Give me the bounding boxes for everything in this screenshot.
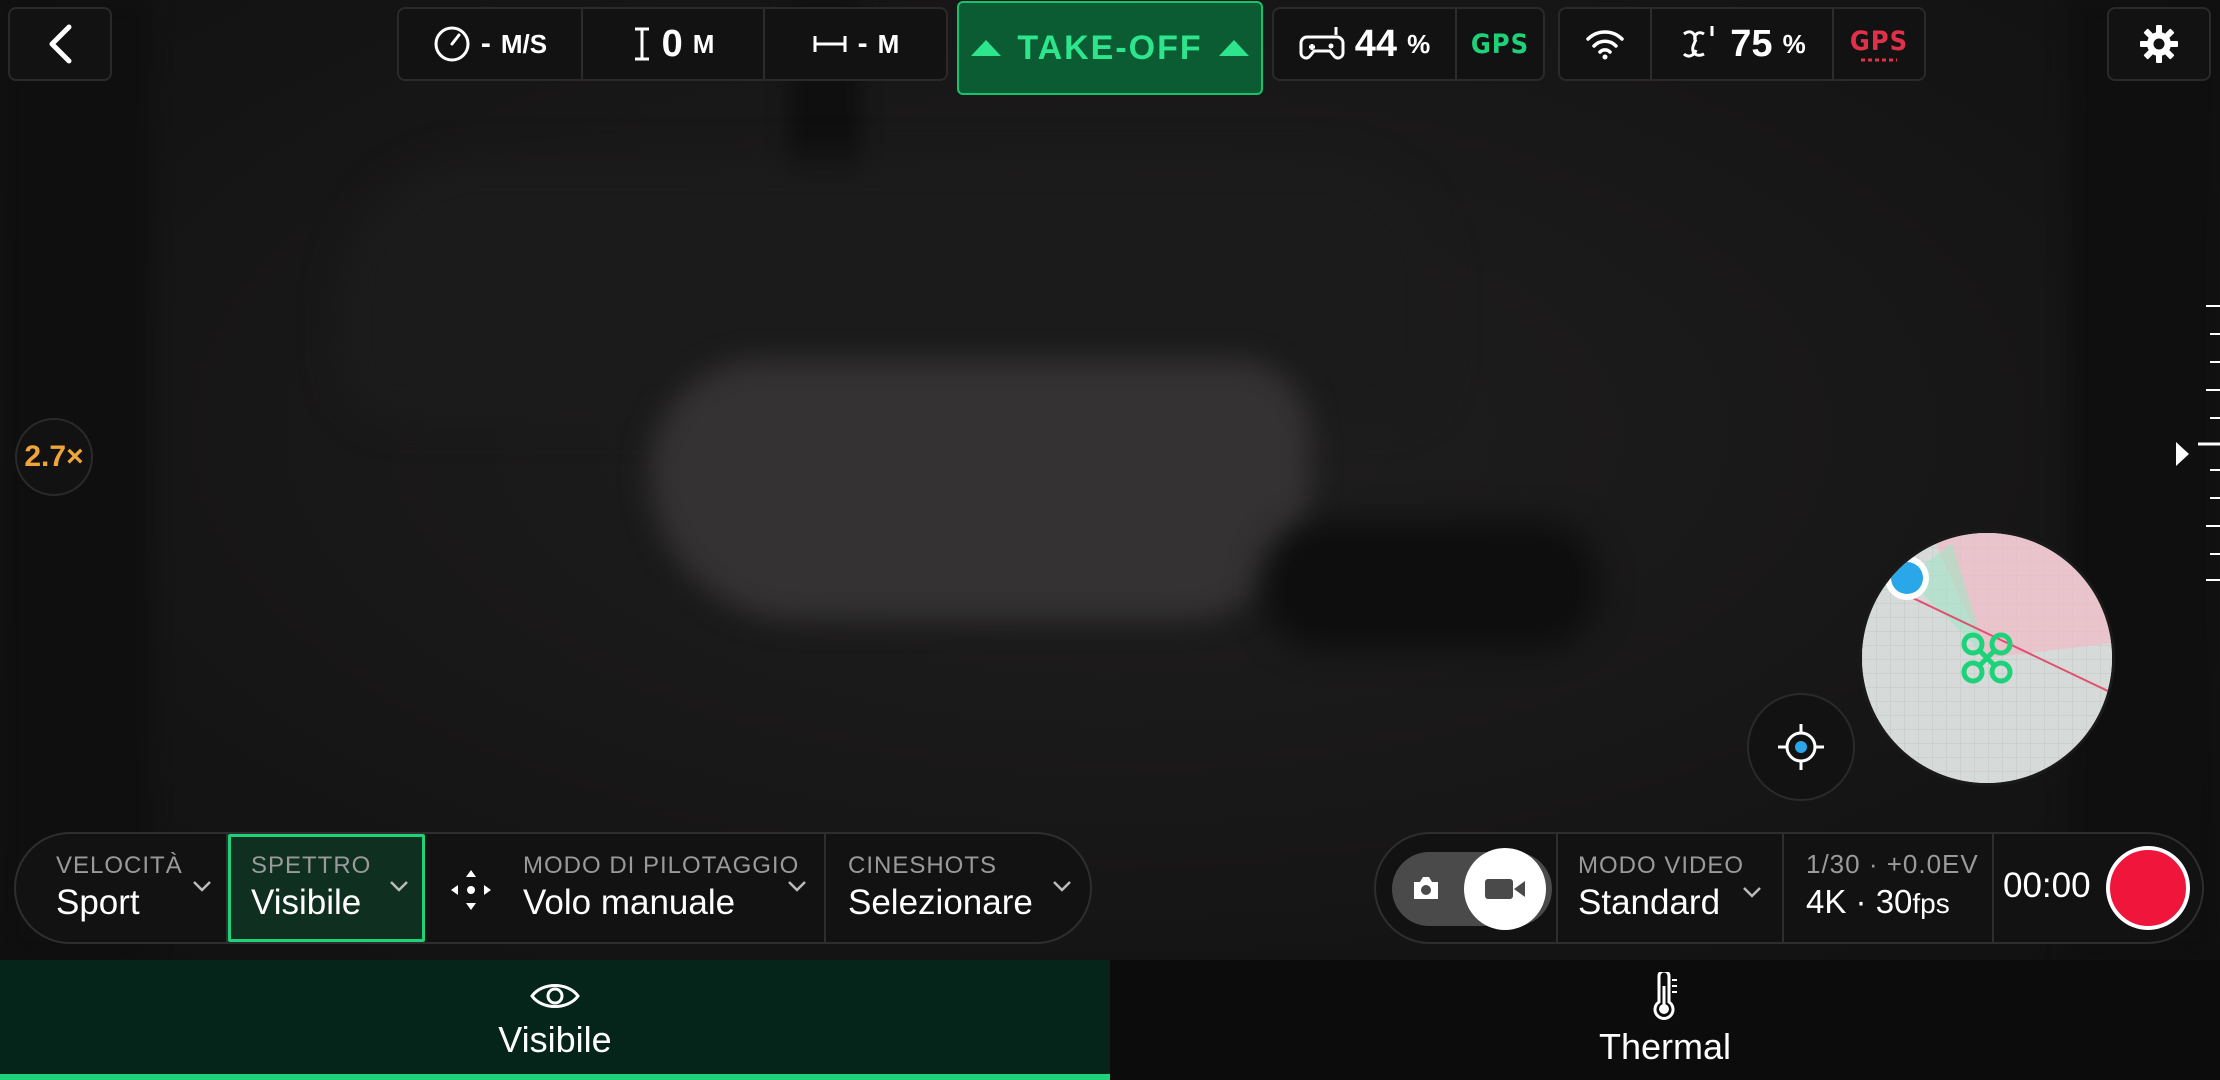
pilotaggio-value: Volo manuale bbox=[523, 883, 736, 922]
controller-gps-label: GPS bbox=[1470, 28, 1530, 60]
zoom-level-button[interactable]: 2.7× bbox=[15, 418, 93, 496]
ruler-pointer-icon bbox=[2176, 442, 2189, 466]
active-tab-indicator bbox=[0, 1074, 1110, 1080]
arrow-up-icon bbox=[1218, 40, 1249, 56]
gimbal-tilt-ruler[interactable] bbox=[2198, 300, 2220, 585]
speed-value: - bbox=[480, 27, 491, 60]
fps-unit: fps bbox=[1912, 888, 1950, 919]
modo-video-label: MODO VIDEO bbox=[1578, 852, 1745, 879]
spectrum-tab-bar: Visibile Thermal bbox=[0, 960, 2220, 1080]
drone-gps-label: GPS bbox=[1849, 25, 1909, 57]
tab-thermal-label: Thermal bbox=[1598, 1026, 1732, 1067]
eye-icon bbox=[530, 984, 580, 1008]
pilotaggio-selector[interactable]: MODO DI PILOTAGGIO Volo manuale bbox=[425, 834, 826, 942]
tab-visibile[interactable]: Visibile bbox=[0, 960, 1110, 1080]
arrow-up-icon bbox=[971, 40, 1002, 56]
drone-battery: 75 % bbox=[1652, 9, 1834, 79]
altitude-unit: M bbox=[692, 28, 715, 59]
camera-feed[interactable] bbox=[0, 0, 2220, 960]
scene-shadow bbox=[1260, 520, 1600, 650]
cineshots-label: CINESHOTS bbox=[848, 852, 998, 879]
altitude-readout: 0 M bbox=[583, 9, 765, 79]
gear-icon bbox=[2140, 25, 2178, 63]
speedometer-icon bbox=[434, 26, 470, 62]
drone-gps: GPS bbox=[1834, 9, 1924, 79]
altitude-icon bbox=[634, 27, 649, 61]
spettro-label: SPETTRO bbox=[251, 852, 372, 879]
controller-gps: GPS bbox=[1457, 9, 1543, 79]
wifi-icon bbox=[1586, 30, 1624, 60]
scene-object bbox=[650, 360, 1310, 620]
exposure-settings[interactable]: 1/30 · +0.0EV 4K · 30fps bbox=[1786, 834, 1992, 942]
chevron-left-icon bbox=[49, 24, 72, 64]
flight-controls-bar: VELOCITÀ Sport SPETTRO Visibile MODO DI … bbox=[14, 832, 1092, 944]
tab-thermal[interactable]: Thermal bbox=[1110, 960, 2220, 1080]
recenter-button[interactable] bbox=[1747, 693, 1855, 801]
thermometer-icon bbox=[1653, 972, 1677, 1020]
controller-battery-value: 44 bbox=[1354, 22, 1398, 65]
tab-visibile-label: Visibile bbox=[498, 1019, 612, 1060]
drone-battery-icon bbox=[1683, 26, 1714, 58]
speed-readout: - M/S bbox=[399, 9, 583, 79]
velocita-label: VELOCITÀ bbox=[56, 852, 183, 879]
video-camera-icon bbox=[1485, 879, 1525, 899]
controller-battery-unit: % bbox=[1407, 28, 1431, 59]
distance-value: - bbox=[857, 27, 868, 60]
minimap-canvas bbox=[1862, 533, 2112, 783]
drone-battery-unit: % bbox=[1782, 28, 1806, 59]
distance-icon bbox=[813, 36, 847, 52]
crosshair-location-icon bbox=[1778, 724, 1824, 770]
distance-readout: - M bbox=[765, 9, 946, 79]
remote-controller-icon bbox=[1299, 27, 1345, 60]
velocita-selector[interactable]: VELOCITÀ Sport bbox=[16, 834, 228, 942]
chevron-down-icon bbox=[1743, 887, 1761, 898]
record-button[interactable] bbox=[2106, 846, 2190, 930]
cineshots-selector[interactable]: CINESHOTS Selezionare bbox=[826, 834, 1090, 942]
pilotaggio-label: MODO DI PILOTAGGIO bbox=[523, 852, 800, 879]
gps-no-signal-icon bbox=[1861, 58, 1897, 61]
back-button[interactable] bbox=[8, 7, 112, 81]
controller-status[interactable]: 44 % GPS bbox=[1272, 7, 1545, 81]
drone-battery-value: 75 bbox=[1730, 22, 1773, 65]
controller-battery: 44 % bbox=[1274, 9, 1457, 79]
chevron-down-icon bbox=[193, 881, 211, 892]
altitude-value: 0 bbox=[661, 22, 683, 65]
exposure-value: 1/30 · +0.0EV bbox=[1806, 849, 1979, 879]
telemetry-panel: - M/S 0 M - M bbox=[397, 7, 948, 81]
wifi-signal bbox=[1560, 9, 1652, 79]
minimap[interactable] bbox=[1859, 530, 2115, 786]
chevron-down-icon bbox=[390, 881, 408, 892]
settings-button[interactable] bbox=[2107, 7, 2211, 81]
resolution-readout: 4K · 30fps bbox=[1806, 879, 1992, 927]
modo-video-selector[interactable]: MODO VIDEO Standard bbox=[1556, 834, 1782, 942]
chevron-down-icon bbox=[788, 881, 806, 892]
chevron-down-icon bbox=[1053, 881, 1071, 892]
speed-unit: M/S bbox=[500, 28, 548, 59]
distance-unit: M bbox=[877, 28, 900, 59]
takeoff-button[interactable]: TAKE-OFF bbox=[957, 1, 1263, 95]
divider bbox=[1782, 834, 1784, 942]
takeoff-label: TAKE-OFF bbox=[1017, 28, 1203, 67]
spettro-selector[interactable]: SPETTRO Visibile bbox=[228, 834, 425, 942]
divider bbox=[1992, 834, 1994, 942]
move-arrows-icon bbox=[451, 870, 491, 910]
camera-icon bbox=[1414, 877, 1438, 899]
drone-status[interactable]: 75 % GPS bbox=[1558, 7, 1926, 81]
recording-timer: 00:00 bbox=[2003, 866, 2091, 905]
resolution-value: 4K · 30 bbox=[1806, 883, 1913, 920]
